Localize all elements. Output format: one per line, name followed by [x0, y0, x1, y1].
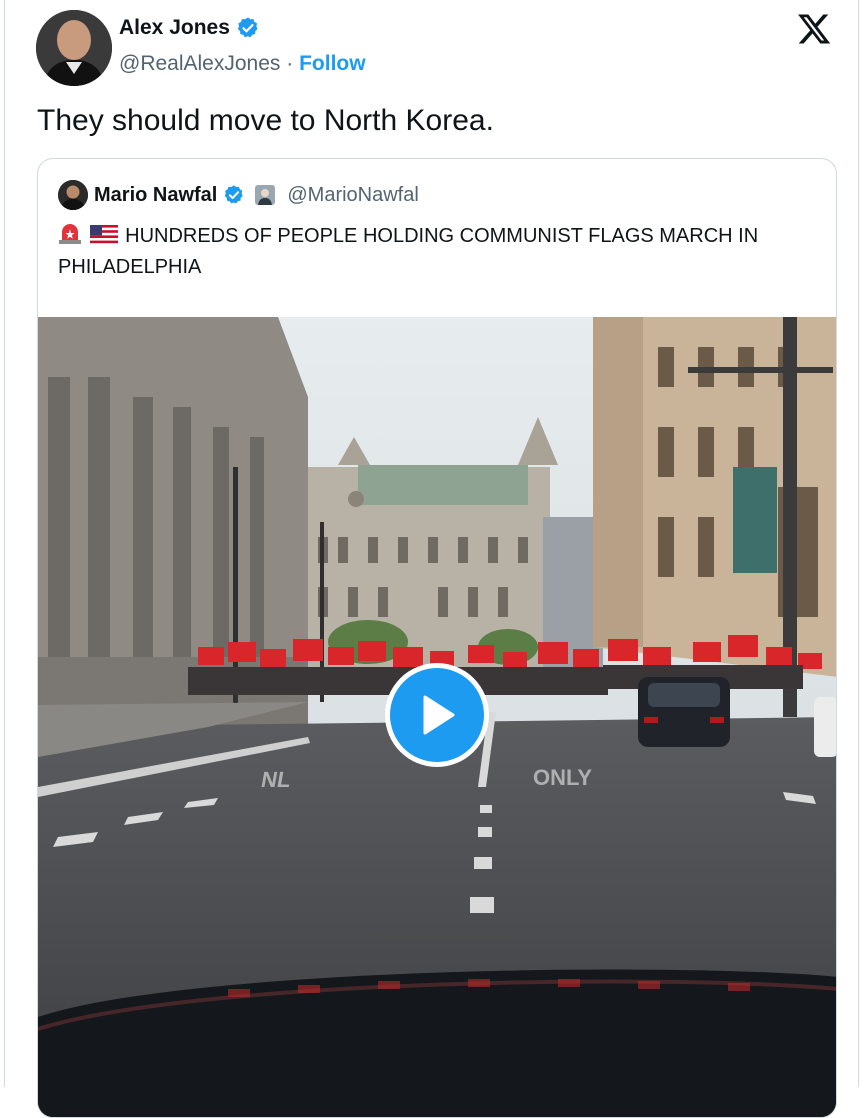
- affiliate-badge-icon: [255, 185, 276, 205]
- separator-dot: ·: [286, 52, 294, 75]
- quoted-header: Mario Nawfal @MarioNawfal: [58, 180, 419, 210]
- author-handle-row: @RealAlexJones · Follow: [119, 52, 366, 76]
- play-icon-circle: [390, 668, 484, 762]
- quoted-tweet[interactable]: Mario Nawfal @MarioNawfal HUNDREDS OF PE…: [37, 158, 837, 1118]
- follow-button[interactable]: Follow: [299, 52, 366, 75]
- svg-text:NL: NL: [259, 767, 293, 792]
- quoted-avatar: [58, 180, 88, 210]
- tweet-text: They should move to North Korea.: [37, 104, 494, 137]
- author-handle[interactable]: @RealAlexJones: [119, 52, 280, 75]
- author-name[interactable]: Alex Jones: [119, 16, 230, 40]
- author-name-row: Alex Jones: [119, 16, 260, 40]
- rotating-light-icon: [59, 224, 81, 244]
- us-flag-icon: [89, 225, 118, 245]
- author-avatar[interactable]: [36, 10, 112, 86]
- x-logo-icon[interactable]: [796, 11, 832, 47]
- tweet-card: Alex Jones @RealAlexJones · Follow They …: [4, 0, 859, 1118]
- verified-badge-icon: [237, 17, 258, 38]
- quoted-text-content: HUNDREDS OF PEOPLE HOLDING COMMUNIST FLA…: [58, 225, 759, 278]
- quoted-author-handle: @MarioNawfal: [287, 183, 419, 206]
- quoted-author-name: Mario Nawfal: [94, 183, 218, 206]
- play-icon: [423, 695, 455, 735]
- svg-text:ONLY: ONLY: [533, 765, 592, 790]
- video-media[interactable]: NL ONLY: [38, 317, 836, 1117]
- play-button[interactable]: [385, 663, 489, 767]
- quoted-text: HUNDREDS OF PEOPLE HOLDING COMMUNIST FLA…: [58, 221, 818, 283]
- verified-badge-icon: [225, 185, 244, 204]
